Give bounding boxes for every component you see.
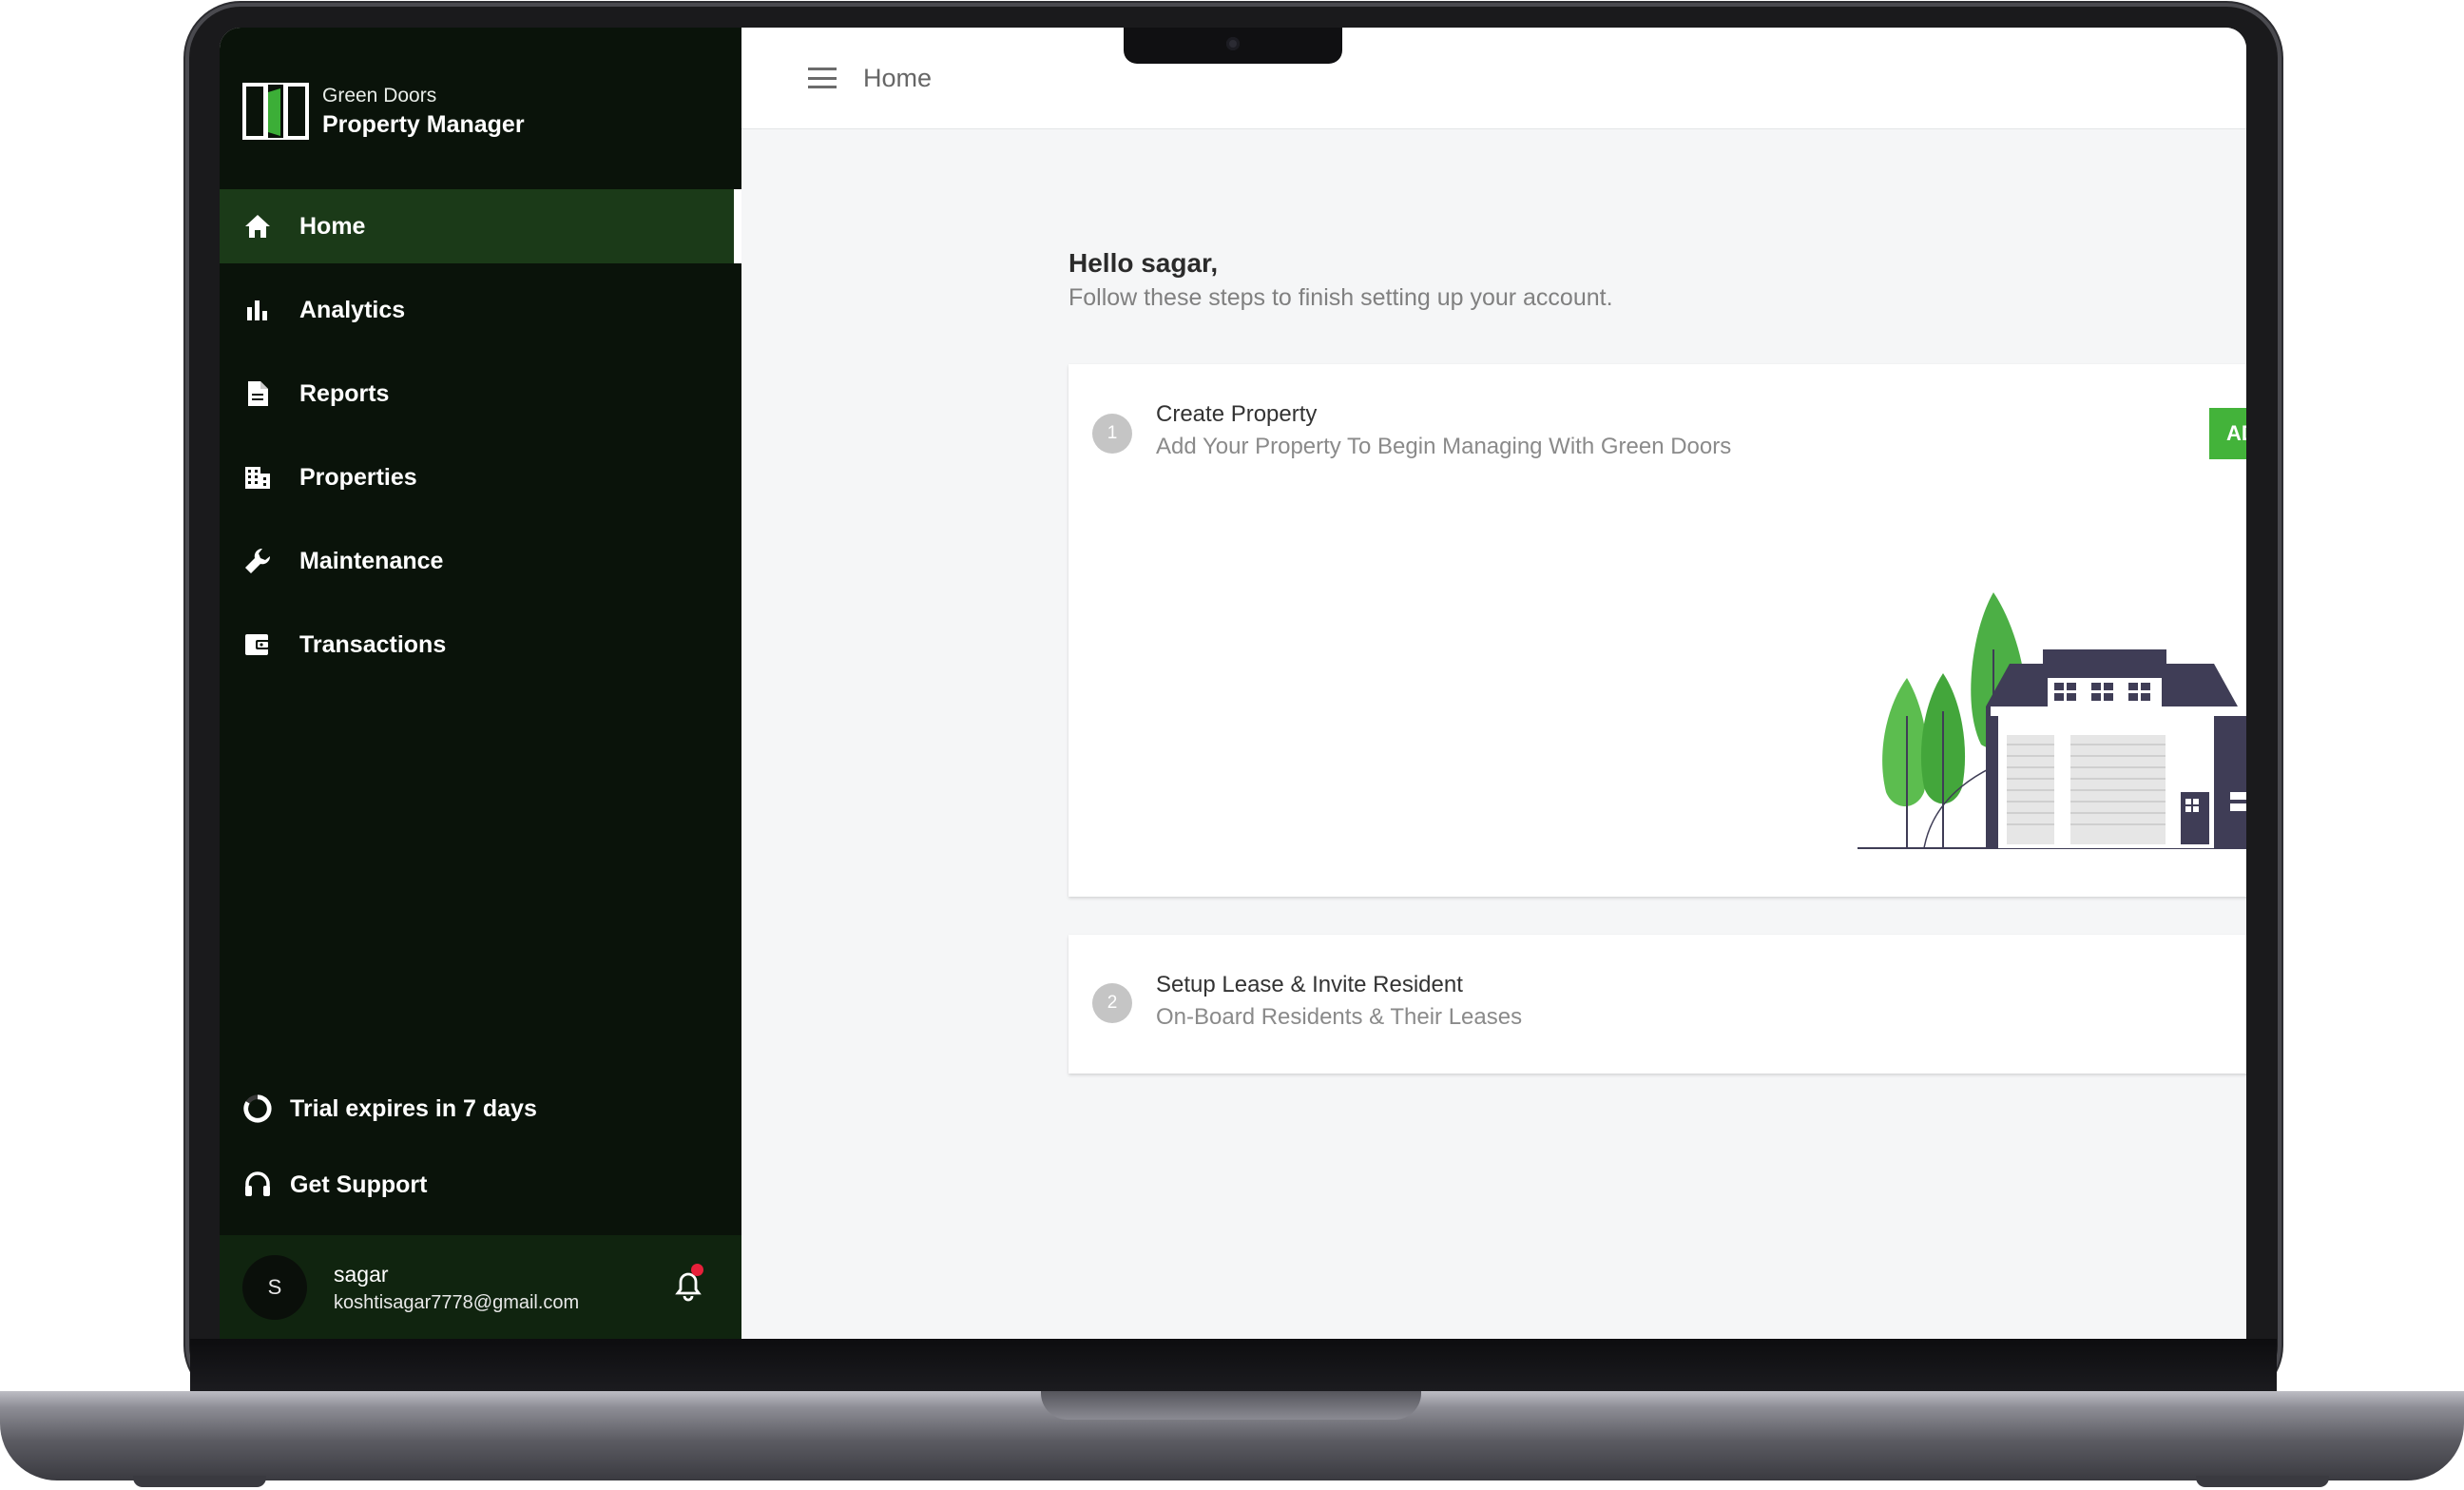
house-illustration-icon — [1858, 592, 2246, 849]
sidebar: Green Doors Property Manager Home Analyt… — [220, 28, 741, 1339]
sidebar-item-label: Home — [299, 212, 366, 240]
notification-bell-icon[interactable] — [672, 1264, 704, 1302]
get-support-link[interactable]: Get Support — [242, 1164, 537, 1206]
step-card-create-property[interactable]: 1 Create Property Add Your Property To B… — [1068, 364, 2246, 897]
home-icon — [242, 211, 273, 242]
sidebar-item-reports[interactable]: Reports — [220, 357, 741, 431]
sidebar-item-label: Maintenance — [299, 547, 444, 574]
laptop-foot-right — [2196, 1476, 2329, 1487]
wallet-icon — [242, 629, 273, 660]
step-number: 1 — [1092, 414, 1132, 454]
brand-line1: Green Doors — [322, 85, 437, 106]
user-email: koshtisagar7778@gmail.com — [334, 1291, 580, 1313]
laptop-base-notch — [1041, 1391, 1421, 1420]
user-profile-bar[interactable]: S sagar koshtisagar7778@gmail.com — [220, 1235, 741, 1339]
greeting-subtitle: Follow these steps to finish setting up … — [1068, 284, 1613, 311]
document-icon — [242, 378, 273, 409]
greeting-heading: Hello sagar, — [1068, 248, 1219, 278]
brand-line2: Property Manager — [322, 111, 525, 138]
step-title: Setup Lease & Invite Resident — [1156, 972, 1463, 997]
top-bar: Home — [741, 28, 2246, 129]
page-title: Home — [863, 63, 933, 92]
sidebar-item-home[interactable]: Home — [220, 189, 741, 263]
support-text: Get Support — [290, 1171, 428, 1198]
avatar[interactable]: S — [242, 1254, 307, 1320]
notification-dot — [691, 1264, 703, 1276]
progress-ring-icon — [242, 1093, 273, 1124]
sidebar-bottom: Trial expires in 7 days Get Support — [242, 1088, 537, 1240]
menu-icon[interactable] — [808, 68, 837, 88]
sidebar-item-properties[interactable]: Properties — [220, 440, 741, 514]
step-subtitle: On-Board Residents & Their Leases — [1156, 1004, 1523, 1030]
step-number: 2 — [1092, 983, 1132, 1023]
greeting: Hello sagar, Follow these steps to finis… — [1068, 246, 1613, 315]
step-subtitle: Add Your Property To Begin Managing With… — [1156, 434, 1732, 459]
user-name: sagar — [334, 1261, 389, 1287]
sidebar-item-maintenance[interactable]: Maintenance — [220, 524, 741, 598]
sidebar-item-label: Reports — [299, 379, 390, 407]
wrench-icon — [242, 546, 273, 576]
trial-text: Trial expires in 7 days — [290, 1094, 537, 1122]
app-screen: Green Doors Property Manager Home Analyt… — [220, 28, 2246, 1339]
step-card-setup-lease[interactable]: 2 Setup Lease & Invite Resident On-Board… — [1068, 935, 2246, 1074]
sidebar-item-label: Properties — [299, 463, 417, 491]
laptop-chin — [190, 1339, 2277, 1394]
step-title: Create Property — [1156, 401, 1318, 427]
headset-icon — [242, 1170, 273, 1200]
camera-notch — [1124, 28, 1342, 64]
add-property-button[interactable]: AD — [2209, 408, 2246, 459]
laptop-foot-left — [133, 1476, 266, 1487]
camera-icon — [1226, 37, 1240, 50]
sidebar-item-label: Transactions — [299, 630, 447, 658]
brand[interactable]: Green Doors Property Manager — [242, 83, 525, 140]
sidebar-item-label: Analytics — [299, 296, 406, 323]
trial-status[interactable]: Trial expires in 7 days — [242, 1088, 537, 1130]
green-doors-logo-icon — [242, 83, 309, 140]
building-icon — [242, 462, 273, 493]
sidebar-item-transactions[interactable]: Transactions — [220, 608, 741, 682]
bar-chart-icon — [242, 295, 273, 325]
sidebar-nav: Home Analytics Reports Properties Mainte… — [220, 189, 741, 691]
sidebar-item-analytics[interactable]: Analytics — [220, 273, 741, 347]
